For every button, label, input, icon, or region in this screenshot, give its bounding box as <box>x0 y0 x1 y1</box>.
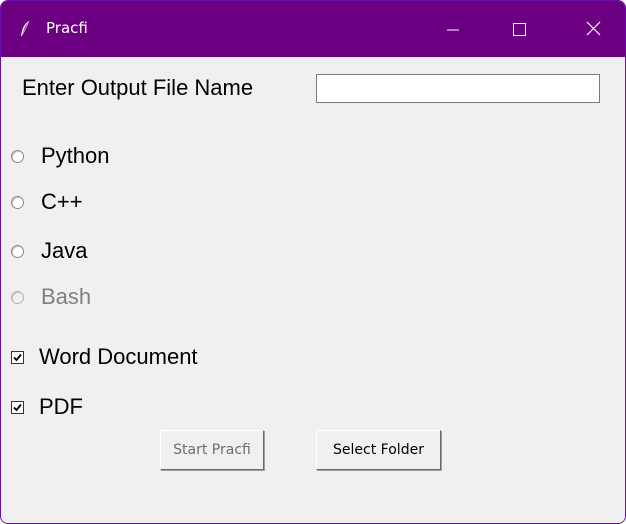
checkbox-pdf[interactable]: PDF <box>11 393 83 421</box>
checkmark-icon <box>13 353 22 361</box>
radio-button-icon[interactable] <box>11 195 24 209</box>
radio-python-label: Python <box>41 143 110 168</box>
radio-button-icon[interactable] <box>11 149 24 163</box>
output-file-label: Enter Output File Name <box>22 75 254 100</box>
checkmark-icon <box>13 403 22 411</box>
start-pracfi-button[interactable]: Start Pracfi <box>160 430 264 470</box>
checkbox-word-document[interactable]: Word Document <box>11 343 198 371</box>
checkbox-word-document-label: Word Document <box>39 344 198 369</box>
minimize-icon <box>447 29 459 31</box>
radio-java[interactable]: Java <box>11 237 87 265</box>
minimize-button[interactable] <box>425 1 481 57</box>
radio-cpp-label: C++ <box>41 189 83 214</box>
radio-python[interactable]: Python <box>11 142 110 170</box>
radio-bash-label: Bash <box>41 284 92 309</box>
checkbox-pdf-label: PDF <box>39 394 83 419</box>
checkbox-icon[interactable] <box>11 400 24 414</box>
main-content: Enter Output File Name Python C++ Java B… <box>1 57 625 523</box>
close-icon <box>586 21 601 36</box>
radio-cpp[interactable]: C++ <box>11 188 83 216</box>
close-button[interactable] <box>567 1 623 57</box>
app-window: Pracfi Enter Output File Name Python C++… <box>0 0 626 524</box>
maximize-icon <box>513 23 526 36</box>
radio-button-icon[interactable] <box>11 290 24 304</box>
title-bar[interactable]: Pracfi <box>1 1 625 57</box>
feather-icon <box>19 20 31 38</box>
output-file-input[interactable] <box>316 74 600 103</box>
radio-bash[interactable]: Bash <box>11 283 91 311</box>
radio-button-icon[interactable] <box>11 244 24 258</box>
maximize-button[interactable] <box>491 1 547 57</box>
radio-java-label: Java <box>41 238 88 263</box>
select-folder-button[interactable]: Select Folder <box>316 430 441 470</box>
window-title: Pracfi <box>46 19 88 37</box>
checkbox-icon[interactable] <box>11 350 24 364</box>
